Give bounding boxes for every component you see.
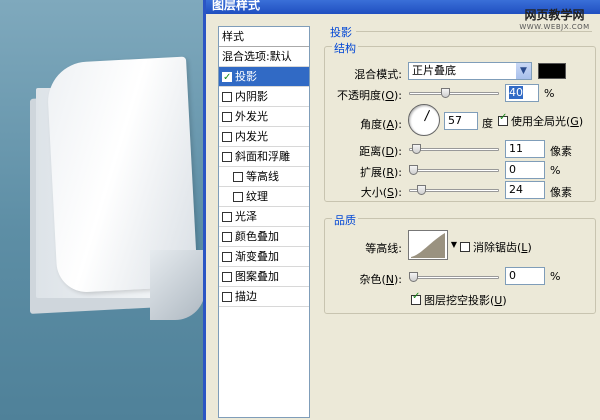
style-list-item[interactable]: 混合选项:默认 bbox=[219, 47, 309, 67]
noise-slider-thumb[interactable] bbox=[409, 272, 418, 282]
style-checkbox-icon[interactable] bbox=[222, 251, 232, 262]
contour-label: 等高线: bbox=[365, 242, 402, 255]
angle-input[interactable]: 57 bbox=[444, 112, 478, 130]
style-checkbox-icon[interactable] bbox=[222, 231, 232, 242]
layer-style-dialog: 图层样式 网页教学网 WWW.WEBJX.COM 样式 混合选项:默认投影内阴影… bbox=[203, 0, 600, 420]
style-list-item-label: 投影 bbox=[235, 69, 257, 83]
watermark-name: 网页教学网 bbox=[524, 8, 585, 22]
style-list: 样式 混合选项:默认投影内阴影外发光内发光斜面和浮雕等高线纹理光泽颜色叠加渐变叠… bbox=[218, 26, 310, 418]
style-list-item[interactable]: 内发光 bbox=[219, 127, 309, 147]
global-light-check-icon[interactable] bbox=[498, 112, 508, 126]
style-list-item[interactable]: 渐变叠加 bbox=[219, 247, 309, 267]
contour-dropdown-icon[interactable]: ▼ bbox=[449, 230, 459, 260]
anti-alias-label: 消除锯齿(L) bbox=[473, 241, 532, 254]
size-slider-thumb[interactable] bbox=[417, 185, 427, 195]
noise-unit: % bbox=[550, 270, 561, 283]
book-page-curl bbox=[150, 250, 205, 320]
distance-unit: 像素 bbox=[550, 145, 572, 158]
blend-mode-select[interactable]: 正片叠底 ▼ bbox=[408, 62, 532, 80]
style-list-item-label: 图案叠加 bbox=[235, 269, 279, 283]
style-checkbox-icon[interactable] bbox=[222, 131, 232, 142]
spread-slider-thumb[interactable] bbox=[409, 165, 418, 175]
angle-label: 角度(A): bbox=[360, 118, 402, 131]
style-list-item[interactable]: 图案叠加 bbox=[219, 267, 309, 287]
angle-unit: 度 bbox=[482, 117, 493, 130]
style-list-item-label: 斜面和浮雕 bbox=[235, 149, 290, 163]
chevron-down-icon[interactable]: ▼ bbox=[516, 63, 531, 79]
style-checkbox-icon[interactable] bbox=[222, 151, 232, 162]
noise-label: 杂色(N): bbox=[359, 273, 402, 286]
anti-alias-checkbox[interactable]: 消除锯齿(L) bbox=[460, 239, 532, 255]
opacity-label: 不透明度(O): bbox=[337, 89, 402, 102]
style-list-item[interactable]: 描边 bbox=[219, 287, 309, 307]
shadow-color-swatch[interactable] bbox=[538, 63, 566, 79]
angle-dial[interactable] bbox=[408, 104, 440, 136]
style-list-item-label: 混合选项:默认 bbox=[222, 49, 292, 63]
style-list-item-label: 纹理 bbox=[246, 189, 268, 203]
drop-shadow-title: 投影 bbox=[330, 26, 352, 39]
style-list-header[interactable]: 样式 bbox=[219, 27, 309, 47]
size-input[interactable]: 24 bbox=[505, 181, 545, 199]
style-list-item[interactable]: 等高线 bbox=[219, 167, 309, 187]
style-list-item[interactable]: 斜面和浮雕 bbox=[219, 147, 309, 167]
style-checkbox-icon[interactable] bbox=[233, 171, 243, 182]
contour-curve-icon bbox=[411, 233, 445, 258]
global-light-checkbox[interactable]: 使用全局光(G) bbox=[498, 112, 584, 129]
distance-label: 距离(D): bbox=[359, 145, 402, 158]
style-list-item[interactable]: 颜色叠加 bbox=[219, 227, 309, 247]
style-checkbox-icon[interactable] bbox=[222, 111, 232, 122]
style-list-item-label: 等高线 bbox=[246, 169, 279, 183]
style-list-item-label: 渐变叠加 bbox=[235, 249, 279, 263]
style-checkbox-icon[interactable] bbox=[222, 291, 232, 302]
size-label: 大小(S): bbox=[360, 186, 402, 199]
spread-unit: % bbox=[550, 164, 561, 177]
global-light-label: 使用全局光(G) bbox=[511, 115, 584, 128]
anti-alias-check-icon[interactable] bbox=[460, 242, 470, 252]
spread-label: 扩展(R): bbox=[360, 166, 402, 179]
structure-title: 结构 bbox=[332, 40, 358, 56]
opacity-unit: % bbox=[544, 87, 555, 100]
style-checkbox-icon[interactable] bbox=[222, 91, 232, 102]
distance-input[interactable]: 11 bbox=[505, 140, 545, 158]
style-list-item-label: 内阴影 bbox=[235, 89, 268, 103]
knockout-label: 图层挖空投影(U) bbox=[424, 294, 507, 307]
style-checkbox-icon[interactable] bbox=[222, 68, 232, 86]
style-checkbox-icon[interactable] bbox=[222, 211, 232, 222]
style-list-item[interactable]: 投影 bbox=[219, 67, 309, 87]
style-list-item-label: 内发光 bbox=[235, 129, 268, 143]
canvas-preview bbox=[0, 0, 205, 420]
opacity-input[interactable]: 40 bbox=[505, 84, 539, 102]
watermark-url: WWW.WEBJX.COM bbox=[519, 23, 590, 31]
style-list-item[interactable]: 外发光 bbox=[219, 107, 309, 127]
quality-title: 品质 bbox=[332, 212, 358, 228]
noise-input[interactable]: 0 bbox=[505, 267, 545, 285]
knockout-check-icon[interactable] bbox=[411, 291, 421, 305]
style-list-item-label: 外发光 bbox=[235, 109, 268, 123]
style-list-item-label: 光泽 bbox=[235, 209, 257, 223]
noise-slider[interactable] bbox=[409, 276, 499, 279]
style-list-item-label: 颜色叠加 bbox=[235, 229, 279, 243]
distance-slider[interactable] bbox=[409, 148, 499, 151]
style-list-item[interactable]: 纹理 bbox=[219, 187, 309, 207]
drop-shadow-divider bbox=[356, 31, 592, 32]
contour-picker[interactable] bbox=[408, 230, 448, 260]
style-checkbox-icon[interactable] bbox=[233, 191, 243, 202]
style-list-item[interactable]: 光泽 bbox=[219, 207, 309, 227]
style-list-item[interactable]: 内阴影 bbox=[219, 87, 309, 107]
spread-slider[interactable] bbox=[409, 169, 499, 172]
knockout-checkbox[interactable]: 图层挖空投影(U) bbox=[411, 291, 507, 308]
angle-dial-needle bbox=[424, 109, 431, 122]
style-list-item-label: 描边 bbox=[235, 289, 257, 303]
blend-mode-value: 正片叠底 bbox=[412, 64, 456, 77]
opacity-slider[interactable] bbox=[409, 92, 499, 95]
blend-mode-label: 混合模式: bbox=[354, 68, 402, 81]
style-checkbox-icon[interactable] bbox=[222, 271, 232, 282]
size-unit: 像素 bbox=[550, 186, 572, 199]
spread-input[interactable]: 0 bbox=[505, 161, 545, 179]
